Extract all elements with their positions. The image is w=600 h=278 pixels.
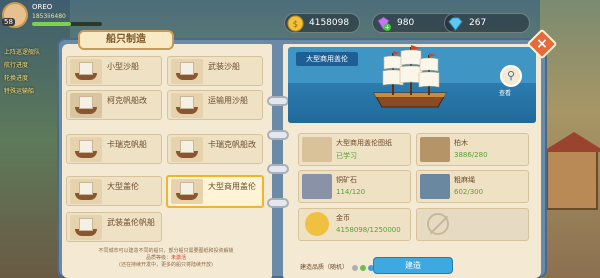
side-label-3[interactable]: 特殊运输船 bbox=[4, 85, 56, 98]
player-id: 1853ii6480 bbox=[32, 13, 66, 20]
ship-slot-large-merchant-galleon[interactable]: 大型商用盖伦 bbox=[166, 175, 264, 208]
hint-line-1: 不同城市可以建造不同的船只，部分船只需要图纸和投资解锁 bbox=[98, 248, 234, 254]
ship-label: 武装沙船 bbox=[208, 62, 240, 71]
diamond-value: 267 bbox=[469, 18, 487, 28]
copper-ore-icon bbox=[302, 174, 332, 199]
material-name: 大型商用盖伦图纸 bbox=[336, 139, 392, 147]
ship-slot-cog-mod[interactable]: 柯克帆船改 bbox=[66, 90, 162, 120]
material-cypress-wood[interactable]: 柏木 3886/280 bbox=[416, 133, 529, 166]
galleon-illustration bbox=[373, 45, 447, 108]
close-icon: × bbox=[536, 36, 548, 52]
ship-icon bbox=[70, 215, 102, 240]
ship-icon bbox=[70, 179, 102, 204]
selected-ship-name: 大型商用盖伦 bbox=[296, 52, 358, 66]
view-ship-label: 查看 bbox=[499, 90, 512, 97]
binder-ring bbox=[267, 164, 289, 174]
view-ship-button[interactable]: ⚲ bbox=[500, 65, 522, 87]
binder-ring bbox=[267, 198, 289, 208]
material-name: 粗麻绳 bbox=[454, 176, 475, 184]
empty-slot-icon bbox=[427, 213, 449, 235]
ship-label: 柯克帆船改 bbox=[107, 96, 147, 105]
ship-label: 大型商用盖伦 bbox=[208, 182, 256, 191]
ship-slot-large-galleon[interactable]: 大型盖伦 bbox=[66, 176, 162, 206]
ship-slot-carrack-mod[interactable]: 卡瑞克帆船改 bbox=[167, 134, 263, 164]
ship-icon bbox=[70, 59, 102, 84]
binder-ring bbox=[267, 130, 289, 140]
rope-icon bbox=[420, 174, 450, 199]
ship-slot-armed-sand-boat[interactable]: 武装沙船 bbox=[167, 56, 263, 86]
material-quantity: 3886/280 bbox=[454, 151, 488, 159]
player-name: OREO bbox=[32, 3, 53, 11]
hint-line-3: (还在持续开发中，更多的船只将陆续开放) bbox=[119, 262, 213, 268]
ship-slot-small-sand-boat[interactable]: 小型沙船 bbox=[66, 56, 162, 86]
ship-icon bbox=[70, 93, 102, 118]
material-name: 铜矿石 bbox=[336, 176, 357, 184]
material-coarse-rope[interactable]: 粗麻绳 602/300 bbox=[416, 170, 529, 203]
gem-value: 980 bbox=[397, 18, 415, 28]
wood-log-icon bbox=[420, 137, 450, 162]
player-level: 58 bbox=[2, 18, 15, 26]
material-copper-ore[interactable]: 铜矿石 114/120 bbox=[298, 170, 411, 203]
magnifier-icon: ⚲ bbox=[506, 69, 516, 82]
gold-counter[interactable]: $ 4158098 bbox=[284, 13, 360, 33]
ship-icon bbox=[171, 93, 203, 118]
ship-label: 运输用沙船 bbox=[208, 96, 248, 105]
ship-slot-carrack[interactable]: 卡瑞克帆船 bbox=[66, 134, 162, 164]
player-exp-bar bbox=[32, 22, 102, 26]
hint-line-2: 品质等级：未激活 bbox=[145, 255, 187, 261]
ship-slot-transport-sand-boat[interactable]: 运输用沙船 bbox=[167, 90, 263, 120]
ship-icon bbox=[171, 137, 203, 162]
ship-label: 卡瑞克帆船 bbox=[107, 140, 147, 149]
side-label-2[interactable]: 轮换进度 bbox=[4, 72, 56, 85]
panel-title: 船只制造 bbox=[78, 30, 174, 50]
player-hud[interactable]: 58 OREO 1853ii6480 bbox=[2, 2, 132, 30]
material-name: 柏木 bbox=[454, 139, 468, 147]
material-quantity: 4158098/1250000 bbox=[336, 226, 401, 234]
ship-icon bbox=[171, 59, 203, 84]
material-name: 金币 bbox=[336, 214, 350, 222]
ship-label: 大型盖伦 bbox=[107, 182, 139, 191]
material-quantity: 602/300 bbox=[454, 188, 484, 196]
svg-text:+: + bbox=[385, 24, 391, 32]
ship-label: 武装盖伦帆船 bbox=[107, 218, 155, 227]
gold-coin-icon: $ bbox=[287, 15, 304, 32]
ship-slot-armed-galleon[interactable]: 武装盖伦帆船 bbox=[66, 212, 162, 242]
gold-coin-icon bbox=[305, 212, 329, 236]
binder-ring bbox=[267, 96, 289, 106]
material-gold-coin[interactable]: 金币 4158098/1250000 bbox=[298, 208, 411, 241]
blueprint-icon bbox=[302, 137, 332, 162]
background-house bbox=[542, 132, 600, 210]
side-label-0[interactable]: 上阵巡逻舰队 bbox=[4, 46, 56, 59]
side-quest-list: 上阵巡逻舰队 航行进度 轮换进度 特殊运输船 bbox=[4, 46, 56, 98]
material-quantity: 已学习 bbox=[336, 152, 357, 160]
build-hint-text: 不同城市可以建造不同的船只，部分船只需要图纸和投资解锁 品质等级：未激活 (还在… bbox=[66, 248, 266, 269]
ship-icon bbox=[70, 137, 102, 162]
ship-label: 小型沙船 bbox=[107, 62, 139, 71]
blue-diamond-icon bbox=[448, 17, 463, 31]
quality-label: 建造品质（随机） bbox=[300, 264, 349, 271]
diamond-counter[interactable]: 267 bbox=[444, 13, 530, 33]
material-blueprint[interactable]: 大型商用盖伦图纸 已学习 bbox=[298, 133, 411, 166]
material-slot-empty bbox=[416, 208, 529, 241]
side-label-1[interactable]: 航行进度 bbox=[4, 59, 56, 72]
ship-label: 卡瑞克帆船改 bbox=[208, 140, 256, 149]
svg-text:$: $ bbox=[293, 20, 298, 30]
ship-icon bbox=[171, 179, 203, 204]
gold-value: 4158098 bbox=[309, 18, 350, 28]
purple-gem-icon: + bbox=[377, 16, 392, 32]
build-button[interactable]: 建造 bbox=[373, 257, 453, 274]
material-quantity: 114/120 bbox=[336, 188, 366, 196]
